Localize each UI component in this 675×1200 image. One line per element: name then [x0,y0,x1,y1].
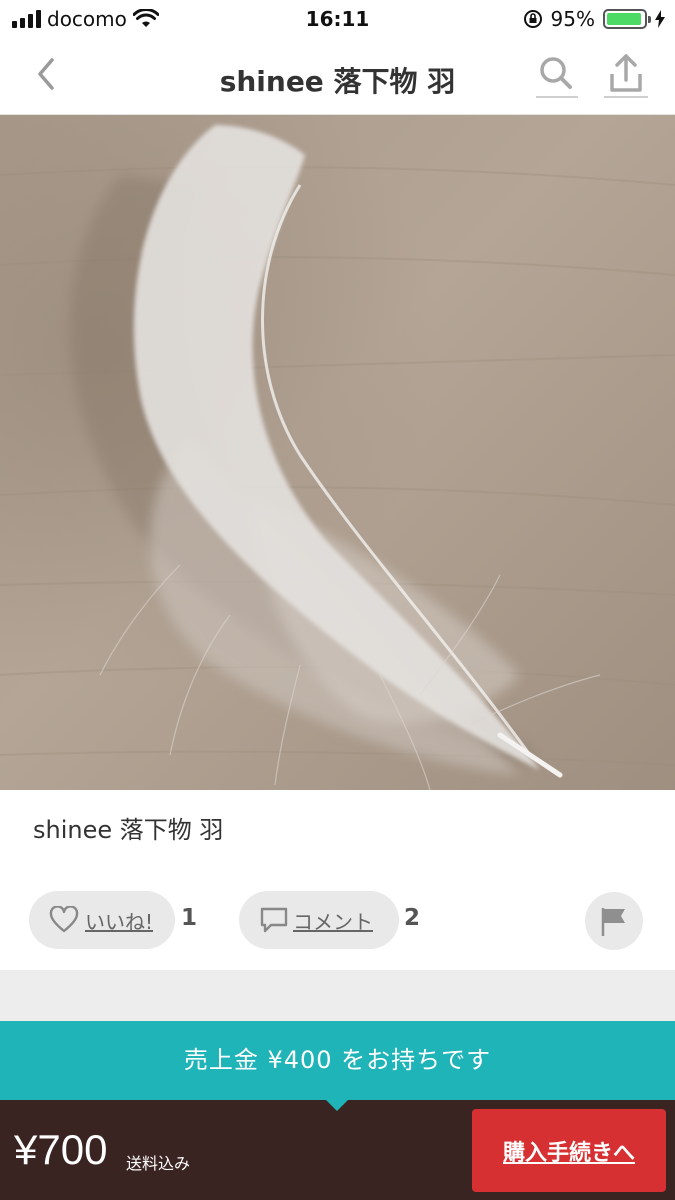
item-title: shinee 落下物 羽 [33,816,224,844]
buy-button-label: 購入手続きへ [502,1140,635,1166]
search-icon [540,57,572,89]
share-button[interactable] [604,52,648,98]
balance-banner: 売上金 ¥400 をお持ちです [0,1021,675,1100]
search-button[interactable] [536,54,578,98]
like-button[interactable]: いいね! [29,891,175,949]
status-bar-right: 95% [523,7,665,31]
battery-percent: 95% [550,7,595,31]
purchase-bar: ¥700 送料込み 購入手続きへ [0,1100,675,1200]
comment-button[interactable]: コメント [239,891,399,949]
rotation-lock-icon [523,10,542,28]
flag-icon [601,908,625,936]
nav-bar: shinee 落下物 羽 [0,40,675,115]
battery-icon [603,9,651,29]
status-bar: docomo 16:11 95% [0,0,675,40]
comment-icon [260,907,288,933]
content-divider [0,970,675,1022]
shipping-note: 送料込み [126,1154,191,1173]
like-count: 1 [181,905,198,931]
feather-photo-image [0,115,675,790]
balance-pointer [325,1099,349,1111]
buy-button[interactable]: 購入手続きへ [472,1109,666,1192]
comment-label: コメント [293,909,373,934]
balance-text: 売上金 ¥400 をお持ちです [183,1046,492,1074]
heart-icon [49,906,79,933]
comment-count: 2 [404,905,421,931]
charging-bolt-icon [655,10,665,28]
like-label: いいね! [85,909,154,934]
share-icon [610,54,642,92]
price: ¥700 [14,1126,108,1173]
product-photo[interactable] [0,115,675,790]
report-button[interactable] [585,892,643,950]
